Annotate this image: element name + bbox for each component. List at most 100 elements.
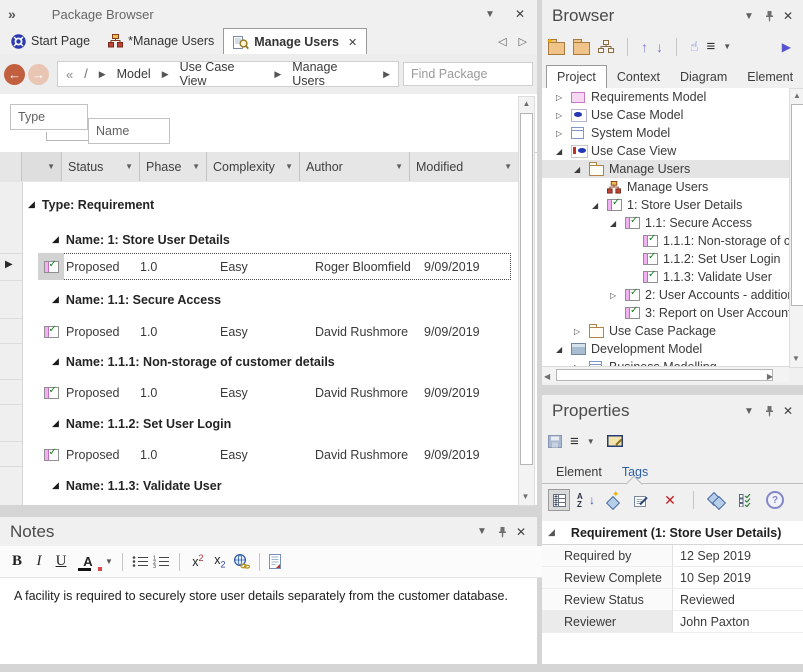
expand-icon[interactable]: ▷ bbox=[556, 129, 571, 138]
subscript-button[interactable]: x2 bbox=[211, 553, 229, 570]
collapse-icon[interactable]: ◢ bbox=[52, 356, 59, 367]
tag-value[interactable]: 10 Sep 2019 bbox=[673, 567, 751, 588]
new-tag-icon[interactable]: ✦ bbox=[601, 489, 623, 511]
tag-value[interactable]: Reviewed bbox=[673, 589, 735, 610]
collapse-icon[interactable]: ◢ bbox=[52, 294, 59, 305]
collapse-icon[interactable]: ◢ bbox=[548, 527, 555, 538]
checklist-icon[interactable] bbox=[735, 489, 757, 511]
filter-arrow-icon[interactable]: ▼ bbox=[504, 162, 512, 171]
bullet-list-icon[interactable] bbox=[132, 555, 149, 568]
group-row-name-1-1-3[interactable]: ◢ Name: 1.1.3: Validate User bbox=[52, 477, 222, 494]
forward-button[interactable]: → bbox=[28, 64, 49, 85]
collapse-icon[interactable]: ◢ bbox=[592, 201, 607, 210]
collapse-icon[interactable]: ◢ bbox=[52, 418, 59, 429]
tree-item-req-3[interactable]: ✓ 3: Report on User Account bbox=[542, 304, 789, 322]
group-row-type-requirement[interactable]: ◢ Type: Requirement bbox=[28, 196, 154, 213]
breadcrumb-item-use-case-view[interactable]: Use Case View bbox=[180, 60, 264, 88]
tag-row-review-complete[interactable]: Review Complete 10 Sep 2019 bbox=[542, 567, 803, 589]
requirement-row[interactable]: ✓ Proposed 1.0 Easy David Rushmore 9/09/… bbox=[0, 318, 518, 345]
tag-value[interactable]: John Paxton bbox=[673, 611, 750, 632]
font-color-button[interactable]: A bbox=[79, 554, 97, 569]
tag-row-reviewer[interactable]: Reviewer John Paxton bbox=[542, 611, 803, 633]
panel-dropdown-icon[interactable]: ▼ bbox=[477, 526, 487, 537]
collapse-icon[interactable]: ◢ bbox=[556, 147, 571, 156]
expand-icon[interactable]: ▷ bbox=[556, 111, 571, 120]
panel-dropdown-icon[interactable]: ▼ bbox=[485, 9, 495, 20]
tab-project[interactable]: Project bbox=[546, 65, 607, 88]
tree-vertical-scrollbar[interactable]: ▲ ▼ bbox=[789, 88, 803, 368]
column-header-phase[interactable]: Phase ▼ bbox=[140, 152, 207, 181]
tab-element[interactable]: Element bbox=[737, 66, 803, 88]
panel-menu-icon[interactable]: » bbox=[8, 6, 16, 22]
requirement-row-selected[interactable]: ✓ Proposed 1.0 Easy Roger Bloomfield 9/0… bbox=[0, 253, 518, 280]
folder-icon[interactable] bbox=[573, 42, 590, 55]
tree-item-development-model[interactable]: ◢ Development Model bbox=[542, 340, 789, 358]
filter-arrow-icon[interactable]: ▼ bbox=[47, 162, 55, 171]
scroll-left-icon[interactable]: ◀ bbox=[544, 370, 550, 384]
group-by-name-box[interactable]: Name bbox=[88, 118, 170, 144]
tag-group-header[interactable]: ◢ Requirement (1: Store User Details) bbox=[542, 521, 803, 545]
chevron-right-icon[interactable]: ▶ bbox=[383, 69, 390, 80]
group-row-name-1[interactable]: ◢ Name: 1: Store User Details bbox=[52, 231, 230, 248]
scroll-down-icon[interactable]: ▼ bbox=[790, 352, 802, 366]
group-row-name-1-1-2[interactable]: ◢ Name: 1.1.2: Set User Login bbox=[52, 415, 231, 432]
scroll-up-icon[interactable]: ▲ bbox=[790, 89, 803, 103]
tags-icon[interactable] bbox=[706, 489, 728, 511]
breadcrumb-slash[interactable]: / bbox=[84, 67, 87, 81]
move-up-icon[interactable]: ↑ bbox=[641, 39, 648, 55]
tree-item-business-modelling[interactable]: ▷ Business Modelling bbox=[542, 358, 789, 366]
numbered-list-icon[interactable]: 123 bbox=[153, 555, 170, 568]
categorized-view-icon[interactable] bbox=[548, 489, 570, 511]
font-color-dropdown-icon[interactable]: ▼ bbox=[105, 557, 113, 566]
filter-arrow-icon[interactable]: ▼ bbox=[285, 162, 293, 171]
scrollbar-thumb[interactable] bbox=[791, 104, 803, 306]
tab-diagram[interactable]: Diagram bbox=[670, 66, 737, 88]
superscript-button[interactable]: x2 bbox=[189, 553, 207, 569]
help-icon[interactable]: ? bbox=[764, 489, 786, 511]
chevron-right-icon[interactable]: ▶ bbox=[274, 69, 281, 80]
package-structure-icon[interactable] bbox=[598, 40, 614, 53]
requirement-row[interactable]: ✓ Proposed 1.0 Easy David Rushmore 9/09/… bbox=[0, 379, 518, 406]
hamburger-menu-icon[interactable]: ≡ bbox=[570, 433, 579, 450]
notes-text[interactable]: A facility is required to securely store… bbox=[14, 589, 524, 603]
scroll-down-icon[interactable]: ▼ bbox=[519, 490, 532, 504]
tab-element[interactable]: Element bbox=[546, 461, 612, 483]
breadcrumb-item-manage-users[interactable]: Manage Users bbox=[292, 60, 372, 88]
requirement-row[interactable]: ✓ Proposed 1.0 Easy David Rushmore 9/09/… bbox=[0, 441, 518, 468]
tab-manage-users-diagram[interactable]: *Manage Users bbox=[99, 29, 223, 54]
filter-arrow-icon[interactable]: ▼ bbox=[125, 162, 133, 171]
filter-arrow-icon[interactable]: ▼ bbox=[192, 162, 200, 171]
tag-row-review-status[interactable]: Review Status Reviewed bbox=[542, 589, 803, 611]
tag-value[interactable]: 12 Sep 2019 bbox=[673, 545, 751, 566]
panel-dropdown-icon[interactable]: ▼ bbox=[744, 406, 754, 417]
tree-item-req-1-1-3[interactable]: ✓ 1.1.3: Validate User bbox=[542, 268, 789, 286]
locate-element-icon[interactable]: ☝ bbox=[690, 38, 699, 55]
panel-dropdown-icon[interactable]: ▼ bbox=[744, 11, 754, 22]
tab-manage-users-browser[interactable]: Manage Users ✕ bbox=[223, 28, 367, 55]
tree-item-system-model[interactable]: ▷ System Model bbox=[542, 124, 789, 142]
column-header-status[interactable]: Status ▼ bbox=[62, 152, 140, 181]
new-package-icon[interactable]: ✦ bbox=[548, 42, 565, 55]
tree-item-manage-users-diagram[interactable]: Manage Users bbox=[542, 178, 789, 196]
back-button[interactable]: ← bbox=[4, 64, 25, 85]
tree-item-req-1-1-2[interactable]: ✓ 1.1.2: Set User Login bbox=[542, 250, 789, 268]
close-icon[interactable]: ✕ bbox=[783, 9, 793, 23]
breadcrumb-item-model[interactable]: Model bbox=[117, 67, 151, 81]
tree-item-use-case-view[interactable]: ◢ Use Case View bbox=[542, 142, 789, 160]
collapse-icon[interactable]: ◢ bbox=[52, 480, 59, 491]
bold-button[interactable]: B bbox=[8, 553, 26, 570]
scrollbar-thumb[interactable] bbox=[520, 113, 533, 465]
group-row-name-1-1[interactable]: ◢ Name: 1.1: Secure Access bbox=[52, 291, 221, 308]
hamburger-menu-icon[interactable]: ≡ bbox=[707, 38, 716, 55]
chevron-right-icon[interactable]: ▶ bbox=[162, 69, 169, 80]
properties-dialog-icon[interactable] bbox=[607, 435, 623, 448]
find-package-input[interactable] bbox=[403, 62, 533, 86]
scroll-up-icon[interactable]: ▲ bbox=[519, 97, 534, 111]
collapse-icon[interactable]: ◢ bbox=[610, 219, 625, 228]
column-header-complexity[interactable]: Complexity ▼ bbox=[207, 152, 300, 181]
column-header-author[interactable]: Author ▼ bbox=[300, 152, 410, 181]
pin-icon[interactable] bbox=[764, 405, 775, 417]
pin-icon[interactable] bbox=[497, 526, 508, 538]
expand-icon[interactable]: ▷ bbox=[556, 93, 571, 102]
filter-arrow-icon[interactable]: ▼ bbox=[395, 162, 403, 171]
